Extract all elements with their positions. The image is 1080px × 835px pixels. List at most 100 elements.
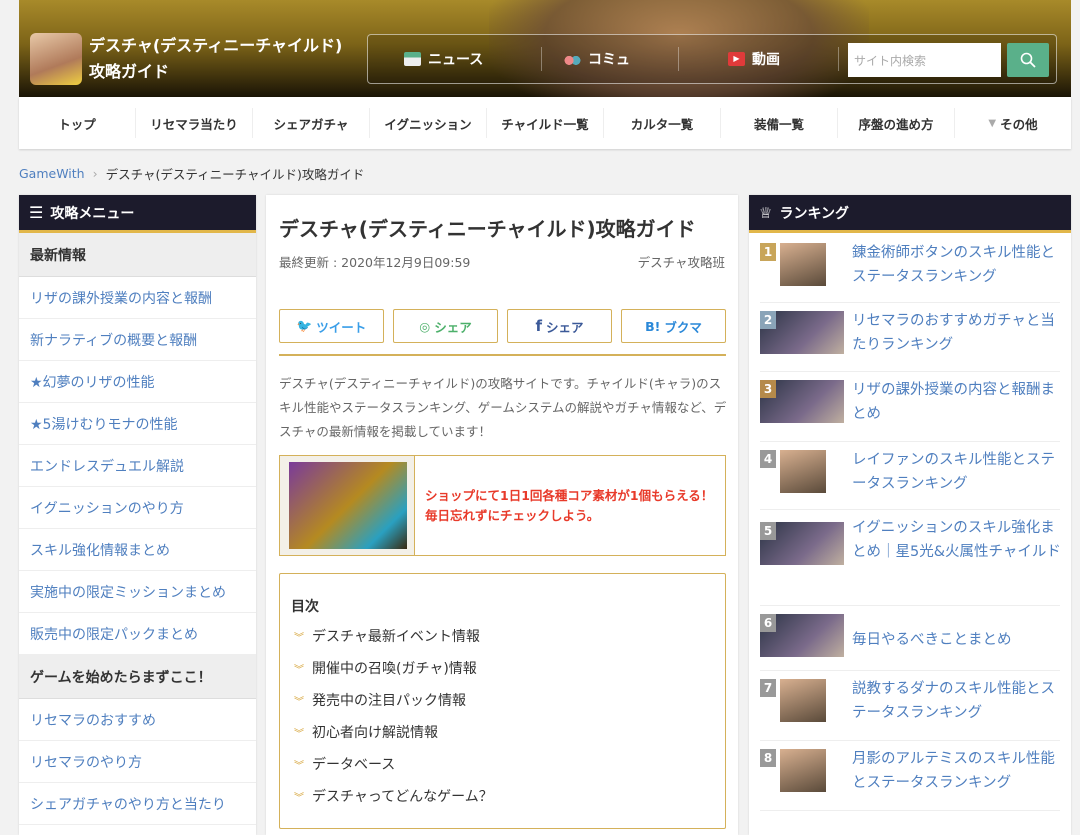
hatena-icon: B! <box>645 318 661 334</box>
topnav-video[interactable]: ▶ 動画 <box>728 35 780 83</box>
ranking-item[interactable]: 4 レイファンのスキル性能とステータスランキング <box>760 442 1060 510</box>
ranking-item[interactable]: 8 月影のアルテミスのスキル性能とステータスランキング <box>760 741 1060 811</box>
toc-label: デスチャ最新イベント情報 <box>312 629 480 645</box>
line-icon: ◎ <box>419 318 431 334</box>
nav-item[interactable]: 序盤の進め方 <box>837 108 954 138</box>
topnav-label: ニュース <box>428 52 484 68</box>
nav-item[interactable]: 装備一覧 <box>720 108 837 138</box>
promo-image <box>280 456 415 555</box>
toc-label: 開催中の召喚(ガチャ)情報 <box>312 661 477 677</box>
menu-section-header: 最新情報 <box>19 233 256 277</box>
menu-section-header: ゲームを始めたらまずここ！ <box>19 655 256 699</box>
ranking-item[interactable]: 5 イグニッションのスキル強化まとめ｜星5光&火属性チャイルド <box>760 510 1062 606</box>
search-button[interactable] <box>1007 43 1049 77</box>
rank-badge: 6 <box>760 614 776 632</box>
search-input[interactable]: サイト内検索 <box>848 43 1001 77</box>
article: デスチャ(デスティニーチャイルド)攻略ガイド 最終更新 : 2020年12月9日… <box>266 195 738 835</box>
author: デスチャ攻略班 <box>637 255 725 270</box>
ranking-link[interactable]: レイファンのスキル性能とステータスランキング <box>852 448 1062 496</box>
toc-label: デスチャってどんなゲーム？ <box>312 789 493 805</box>
last-updated: 最終更新 : 2020年12月9日09:59 <box>279 255 471 270</box>
menu-item[interactable]: エンドレスデュエル解説 <box>19 445 256 487</box>
nav-item[interactable]: リセマラ当たり <box>135 108 252 138</box>
tweet-button[interactable]: 🐦 ツイート <box>279 309 384 343</box>
ranking-link[interactable]: リザの課外授業の内容と報酬まとめ <box>852 378 1062 426</box>
header-banner: デスチャ(デスティニーチャイルド)攻略ガイド ニュース コミュ ▶ 動画 サイト内… <box>19 0 1071 97</box>
topnav-news[interactable]: ニュース <box>404 35 483 83</box>
rank-badge: 4 <box>760 450 776 468</box>
nav-item[interactable]: シェアガチャ <box>252 108 369 138</box>
ranking-link[interactable]: イグニッションのスキル強化まとめ｜星5光&火属性チャイルド <box>852 516 1062 564</box>
table-of-contents: 目次 ︾ デスチャ最新イベント情報 ︾ 開催中の召喚(ガチャ)情報 ︾ 発売中の注目パック… <box>279 573 726 829</box>
breadcrumb-root[interactable]: GameWith <box>19 166 85 181</box>
hatena-bookmark-button[interactable]: B! ブクマ <box>621 309 726 343</box>
promo-text: ショップにて1日1回各種コア素材が1個もらえる！毎日忘れずにチェックしよう。 <box>425 488 714 523</box>
site-logo[interactable] <box>30 33 82 85</box>
video-icon: ▶ <box>728 52 745 66</box>
ranking-item[interactable]: 7 説教するダナのスキル性能とステータスランキング <box>760 671 1060 741</box>
toc-item[interactable]: ︾ デスチャってどんなゲーム？ <box>294 786 493 806</box>
chevron-right-icon: › <box>92 166 98 181</box>
menu-item[interactable]: ★幻夢のリザの性能 <box>19 361 256 403</box>
facebook-share-button[interactable]: f シェア <box>507 309 612 343</box>
nav-label: 序盤の進め方 <box>858 116 934 132</box>
rank-badge: 2 <box>760 311 776 329</box>
menu-item[interactable]: リセマラのおすすめ <box>19 699 256 741</box>
topnav-community[interactable]: コミュ <box>564 35 630 83</box>
rank-badge: 3 <box>760 380 776 398</box>
divider <box>541 47 542 71</box>
toc-item[interactable]: ︾ 開催中の召喚(ガチャ)情報 <box>294 658 477 678</box>
menu-item[interactable]: 販売中の限定パックまとめ <box>19 613 256 655</box>
menu-item[interactable]: イグニッションのやり方 <box>19 487 256 529</box>
share-label: シェア <box>546 319 584 335</box>
ranking-item[interactable]: 2 リセマラのおすすめガチャと当たりランキング <box>760 303 1060 372</box>
toc-item[interactable]: ︾ 発売中の注目パック情報 <box>294 690 466 710</box>
menu-header: ☰ 攻略メニュー <box>19 195 256 233</box>
nav-item[interactable]: チャイルド一覧 <box>486 108 603 138</box>
nav-item-more[interactable]: ▼ その他 <box>954 108 1071 138</box>
ranking-item[interactable]: 3 リザの課外授業の内容と報酬まとめ <box>760 372 1060 442</box>
divider <box>279 354 726 356</box>
menu-item[interactable]: 実施中の限定ミッションまとめ <box>19 571 256 613</box>
ranking-thumbnail <box>780 749 826 792</box>
ranking-link[interactable]: リセマラのおすすめガチャと当たりランキング <box>852 309 1062 357</box>
triangle-down-icon: ▼ <box>988 117 997 129</box>
twitter-icon: 🐦 <box>296 318 313 333</box>
nav-item[interactable]: イグニッション <box>369 108 486 138</box>
ranking-item[interactable]: 1 錬金術師ボタンのスキル性能とステータスランキング <box>760 235 1060 303</box>
ranking-link[interactable]: 説教するダナのスキル性能とステータスランキング <box>852 677 1062 725</box>
crown-icon: ♕ <box>759 203 773 222</box>
nav-item[interactable]: カルタ一覧 <box>603 108 720 138</box>
ranking-panel: ♕ ランキング 1 錬金術師ボタンのスキル性能とステータスランキング 2 リセマラ… <box>749 195 1071 835</box>
toc-item[interactable]: ︾ 初心者向け解説情報 <box>294 722 438 742</box>
nav-item[interactable]: トップ <box>19 108 135 138</box>
ranking-thumbnail <box>780 450 826 493</box>
toc-item[interactable]: ︾ デスチャ最新イベント情報 <box>294 626 480 646</box>
ranking-link[interactable]: 月影のアルテミスのスキル性能とステータスランキング <box>852 747 1062 795</box>
toc-item[interactable]: ︾ データベース <box>294 754 395 774</box>
ranking-thumbnail <box>780 679 826 722</box>
top-nav: ニュース コミュ ▶ 動画 サイト内検索 <box>367 34 1057 84</box>
double-chevron-down-icon: ︾ <box>294 696 304 708</box>
promo-banner[interactable]: ショップにて1日1回各種コア素材が1個もらえる！毎日忘れずにチェックしよう。 <box>279 455 726 556</box>
nav-label: 装備一覧 <box>753 116 804 132</box>
divider <box>838 47 839 71</box>
topnav-label: コミュ <box>588 52 630 68</box>
menu-item[interactable]: シェアガチャのやり方と当たり <box>19 783 256 825</box>
menu-item[interactable]: 新ナラティブの概要と報酬 <box>19 319 256 361</box>
nav-label: シェアガチャ <box>273 116 349 132</box>
menu-title: 攻略メニュー <box>50 205 135 222</box>
menu-item[interactable]: リザの課外授業の内容と報酬 <box>19 277 256 319</box>
site-title[interactable]: デスチャ(デスティニーチャイルド)攻略ガイド <box>89 33 349 85</box>
menu-item[interactable]: スキル強化情報まとめ <box>19 529 256 571</box>
toc-title: 目次 <box>291 599 319 615</box>
share-label: シェア <box>434 319 472 335</box>
line-share-button[interactable]: ◎ シェア <box>393 309 498 343</box>
menu-item[interactable]: ★5湯けむりモナの性能 <box>19 403 256 445</box>
ranking-link[interactable]: 毎日やるべきことまとめ <box>852 628 1062 652</box>
ranking-item[interactable]: 6 毎日やるべきことまとめ <box>760 606 1060 671</box>
menu-item[interactable]: リセマラのやり方 <box>19 741 256 783</box>
rank-badge: 8 <box>760 749 776 767</box>
ranking-link[interactable]: 錬金術師ボタンのスキル性能とステータスランキング <box>852 241 1062 289</box>
double-chevron-down-icon: ︾ <box>294 760 304 772</box>
